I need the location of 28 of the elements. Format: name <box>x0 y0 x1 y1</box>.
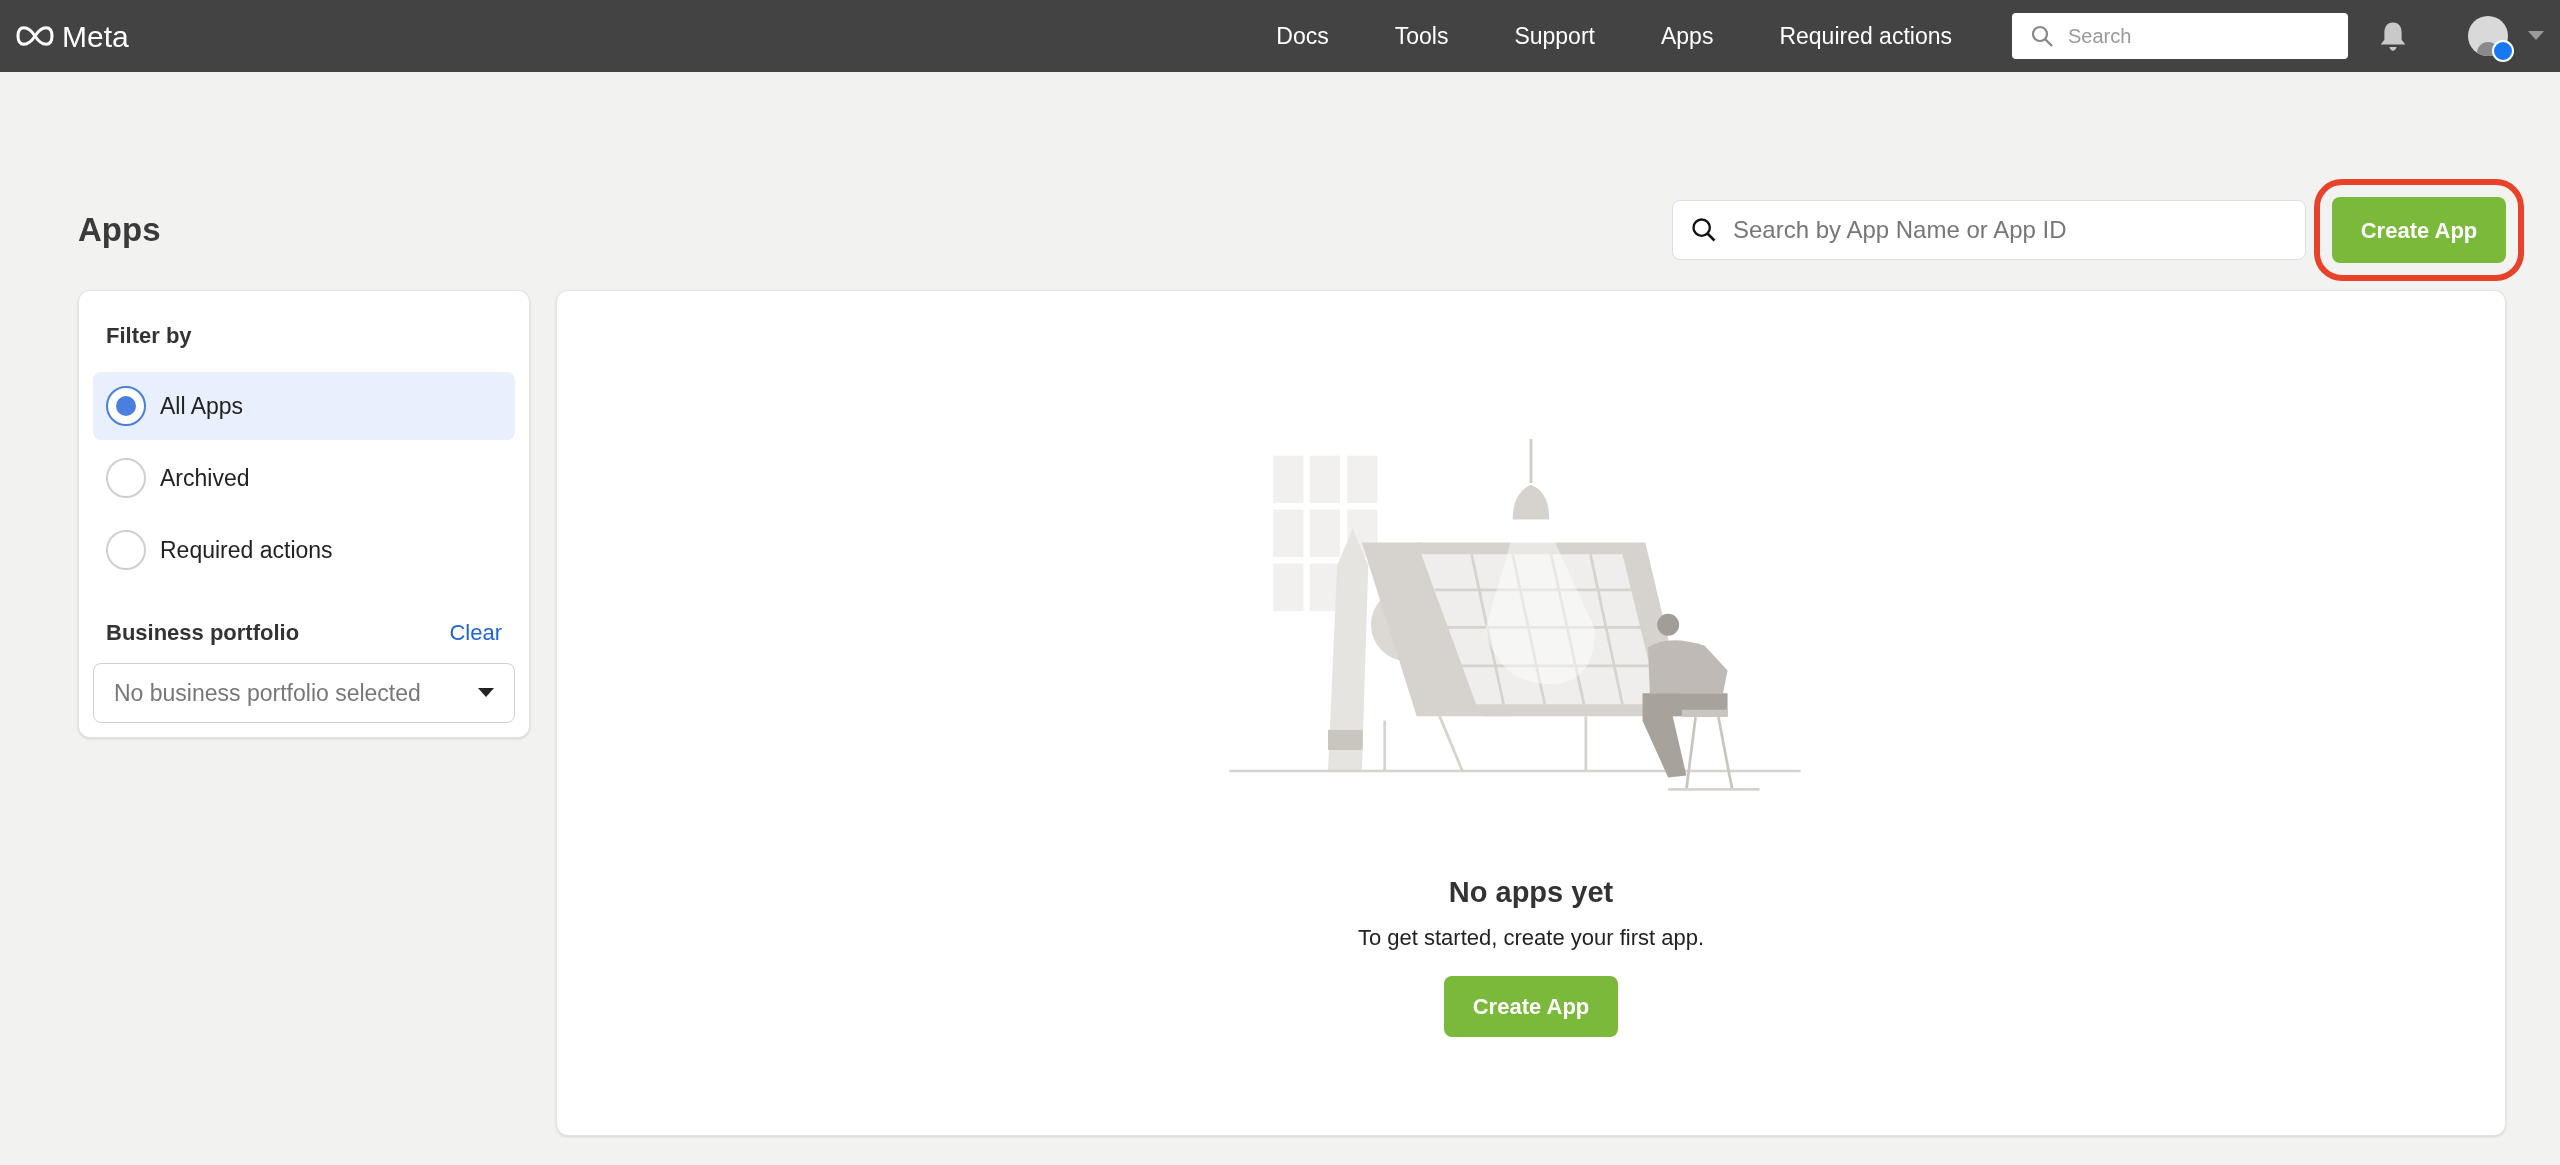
app-search-field[interactable]: Search by App Name or App ID <box>1672 200 2306 260</box>
facebook-badge-icon <box>2492 40 2514 62</box>
nav-link[interactable]: Support <box>1514 18 1595 54</box>
filter-option[interactable]: Required actions <box>93 516 515 584</box>
radio-button[interactable] <box>106 458 146 498</box>
filter-option[interactable]: All Apps <box>93 372 515 440</box>
empty-text: To get started, create your first app. <box>1357 923 1705 952</box>
nav-link[interactable]: Docs <box>1276 18 1329 54</box>
bell-icon[interactable] <box>2378 20 2408 52</box>
radio-button[interactable] <box>106 386 146 426</box>
search-icon <box>2030 24 2054 48</box>
portfolio-select[interactable]: No business portfolio selected <box>93 663 515 723</box>
nav-link[interactable]: Required actions <box>1779 18 1952 54</box>
caret-icon[interactable] <box>2528 31 2544 41</box>
portfolio-label: Business portfolio <box>106 619 300 647</box>
dropdown-caret-icon <box>478 688 494 698</box>
search-icon <box>1690 216 1718 244</box>
filter-option[interactable]: Archived <box>93 444 515 512</box>
nav-link[interactable]: Tools <box>1394 18 1449 54</box>
radio-button[interactable] <box>106 530 146 570</box>
search-field[interactable]: Search <box>2012 13 2348 59</box>
clear-link[interactable]: Clear <box>449 616 502 649</box>
logo-text: Meta <box>62 18 129 55</box>
empty-title: No apps yet <box>1448 875 1614 910</box>
avatar-icon[interactable] <box>2468 16 2508 56</box>
page-title: Apps <box>78 210 161 251</box>
nav-link[interactable]: Apps <box>1660 18 1714 54</box>
filter-title: Filter by <box>105 322 193 350</box>
